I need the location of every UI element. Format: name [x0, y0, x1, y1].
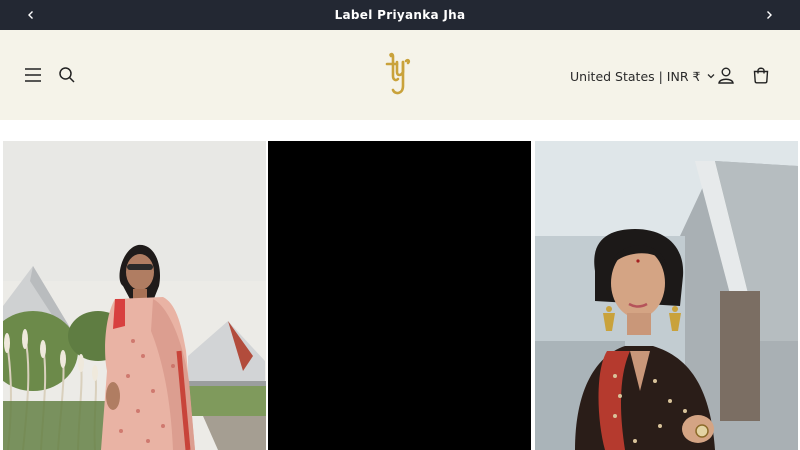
brand-logo[interactable] [379, 50, 419, 100]
cart-button[interactable] [747, 61, 775, 89]
chevron-right-icon [767, 11, 772, 19]
search-icon [59, 67, 75, 83]
shopping-bag-icon [753, 67, 769, 84]
gallery-item-jewelry[interactable] [535, 141, 798, 450]
country-currency-label: United States | INR ₹ [570, 68, 701, 84]
saree-model-photo [3, 141, 266, 450]
announcement-bar: Label Priyanka Jha [0, 0, 800, 30]
hamburger-icon [25, 68, 41, 82]
menu-button[interactable] [19, 61, 47, 89]
lpj-monogram-logo [385, 52, 411, 95]
video-placeholder [268, 141, 531, 450]
announcement-text[interactable]: Label Priyanka Jha [0, 0, 800, 30]
user-icon [718, 67, 734, 84]
search-button[interactable] [53, 61, 81, 89]
site-header: United States | INR ₹ [0, 30, 800, 120]
gallery-item-saree[interactable] [3, 141, 266, 450]
gallery-item-video[interactable] [268, 141, 531, 450]
jewelry-model-photo [535, 141, 798, 450]
country-currency-selector[interactable]: United States | INR ₹ [570, 66, 716, 86]
account-button[interactable] [712, 61, 740, 89]
image-gallery [0, 141, 800, 450]
announcement-next-button[interactable] [757, 0, 781, 30]
